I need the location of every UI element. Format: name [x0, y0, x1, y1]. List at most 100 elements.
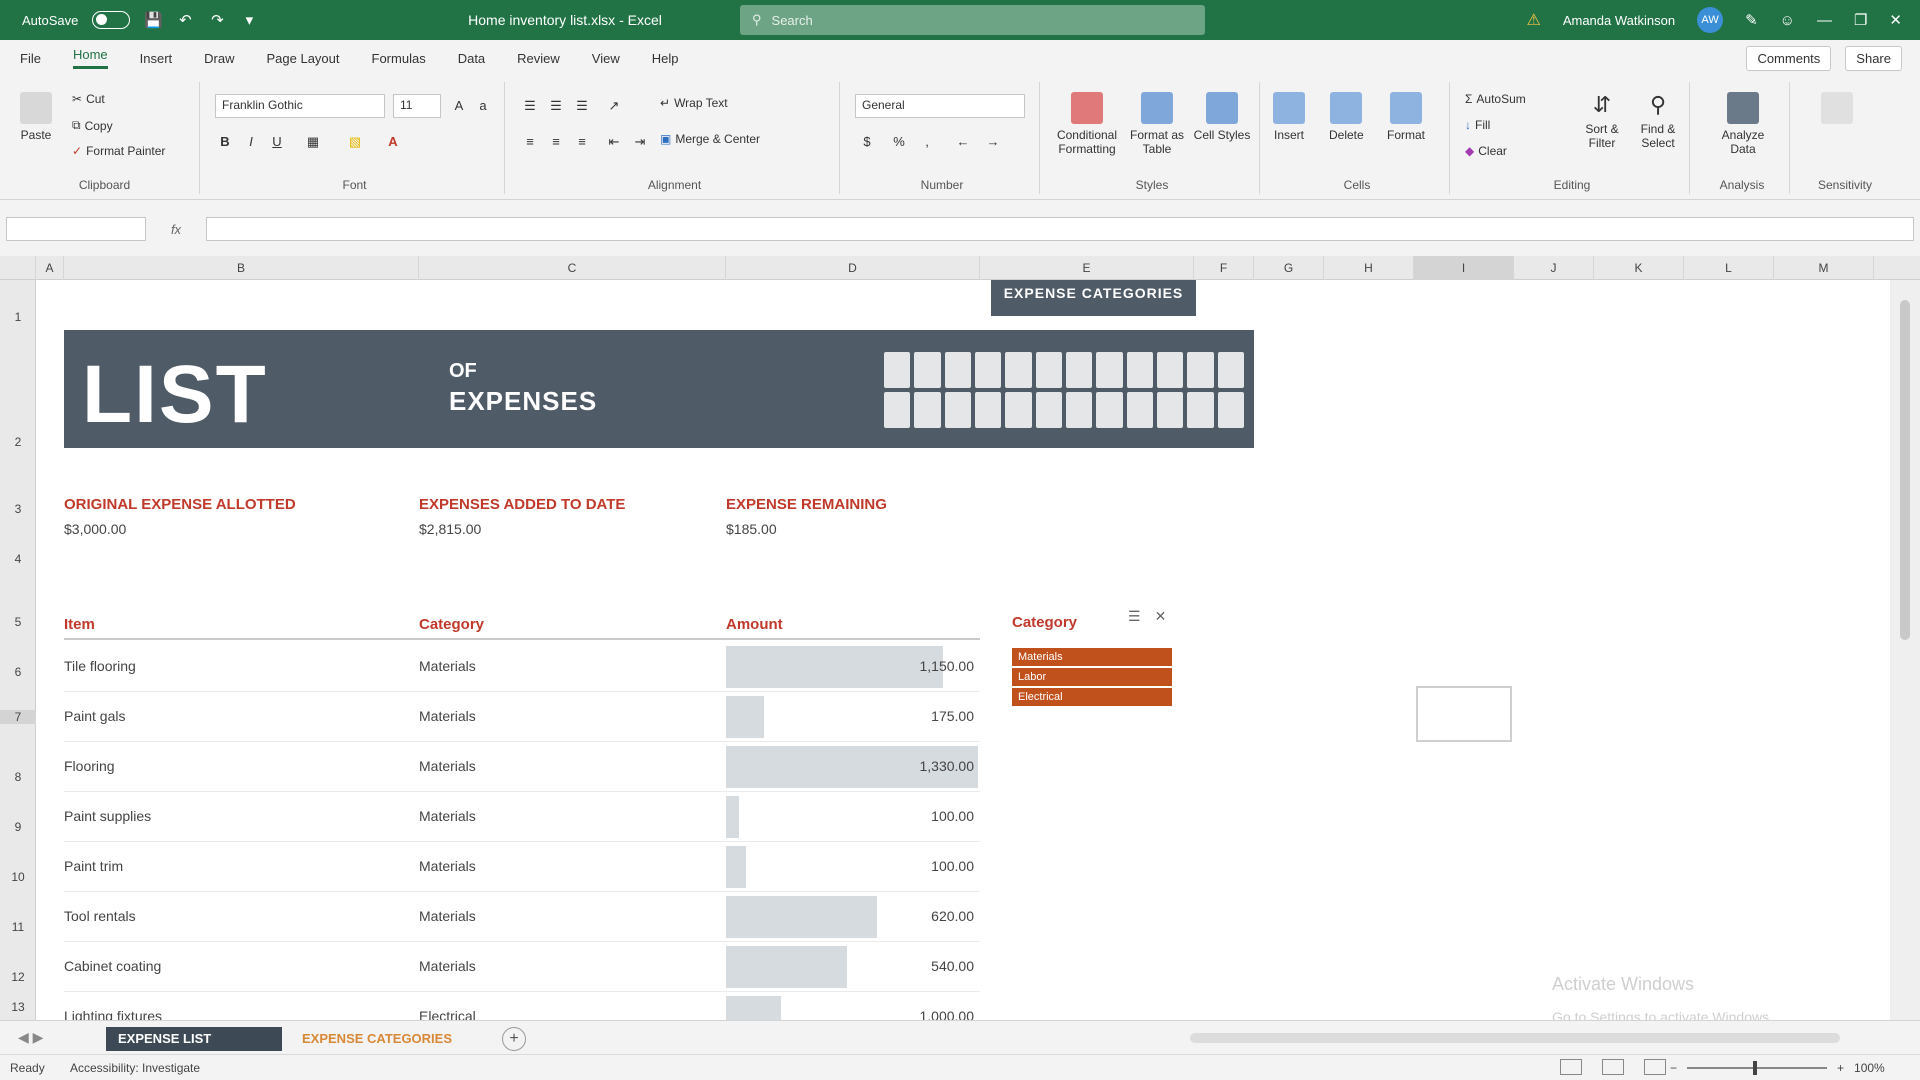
paste-button[interactable]: Paste — [20, 92, 52, 142]
header-category[interactable]: Category — [419, 616, 484, 633]
fill-button[interactable]: ↓ Fill — [1465, 118, 1490, 132]
amount-cell[interactable]: 175.00 — [726, 696, 978, 738]
fx-icon[interactable]: fx — [146, 222, 206, 237]
user-name[interactable]: Amanda Watkinson — [1563, 13, 1675, 28]
font-color-icon[interactable]: A — [383, 132, 403, 152]
close-icon[interactable]: ✕ — [1889, 11, 1902, 29]
item-cell[interactable]: Cabinet coating — [64, 958, 161, 974]
row-header[interactable]: 10 — [0, 870, 36, 884]
name-box[interactable] — [6, 217, 146, 241]
format-as-table-button[interactable]: Format as Table — [1125, 92, 1189, 156]
tab-help[interactable]: Help — [652, 51, 679, 66]
column-header[interactable]: E — [980, 256, 1194, 280]
amount-cell[interactable]: 100.00 — [726, 796, 978, 838]
categories-tag[interactable]: EXPENSE CATEGORIES — [991, 280, 1196, 316]
item-cell[interactable]: Paint gals — [64, 708, 125, 724]
comments-button[interactable]: Comments — [1746, 45, 1832, 71]
borders-icon[interactable]: ▦ — [303, 132, 323, 152]
merge-center-button[interactable]: ▣ Merge & Center — [660, 132, 760, 146]
tab-review[interactable]: Review — [517, 51, 560, 66]
format-cells-button[interactable]: Format — [1387, 92, 1425, 142]
category-cell[interactable]: Electrical — [419, 1008, 476, 1020]
header-item[interactable]: Item — [64, 616, 95, 633]
formula-input[interactable] — [206, 217, 1914, 241]
cut-button[interactable]: ✂ Cut — [72, 92, 105, 106]
row-header[interactable]: 6 — [0, 665, 36, 679]
table-row[interactable]: Tile flooring Materials 1,150.00 — [64, 642, 980, 692]
amount-cell[interactable]: 1,150.00 — [726, 646, 978, 688]
column-header[interactable]: G — [1254, 256, 1324, 280]
pen-icon[interactable]: ✎ — [1745, 11, 1758, 29]
decrease-indent-icon[interactable]: ⇤ — [604, 132, 624, 152]
scroll-thumb[interactable] — [1900, 300, 1910, 640]
category-cell[interactable]: Materials — [419, 908, 476, 924]
font-size-select[interactable]: 11 — [393, 94, 441, 118]
search-box[interactable]: ⚲ Search — [740, 5, 1205, 35]
table-row[interactable]: Tool rentals Materials 620.00 — [64, 892, 980, 942]
table-row[interactable]: Paint trim Materials 100.00 — [64, 842, 980, 892]
sheet-nav-arrows-icon[interactable]: ◀ ▶ — [18, 1029, 43, 1046]
minimize-icon[interactable]: — — [1817, 12, 1832, 29]
find-select-button[interactable]: ⚲ Find & Select — [1631, 92, 1685, 150]
slicer-item[interactable]: Electrical — [1012, 688, 1172, 706]
vertical-scrollbar[interactable] — [1890, 280, 1920, 1020]
column-header[interactable]: M — [1774, 256, 1874, 280]
amount-cell[interactable]: 620.00 — [726, 896, 978, 938]
tab-file[interactable]: File — [20, 51, 41, 66]
table-row[interactable]: Lighting fixtures Electrical 1,000.00 — [64, 992, 980, 1020]
row-header[interactable]: 7 — [0, 710, 36, 724]
column-header[interactable]: H — [1324, 256, 1414, 280]
sheet-tab-expense-list[interactable]: EXPENSE LIST — [106, 1027, 282, 1051]
delete-cells-button[interactable]: Delete — [1329, 92, 1364, 142]
sheet-tab-expense-categories[interactable]: EXPENSE CATEGORIES — [290, 1027, 474, 1051]
item-cell[interactable]: Flooring — [64, 758, 115, 774]
add-sheet-icon[interactable]: + — [502, 1027, 526, 1051]
column-header[interactable]: J — [1514, 256, 1594, 280]
slicer-item[interactable]: Labor — [1012, 668, 1172, 686]
worksheet[interactable]: LIST OF EXPENSES EXPENSE CATEGORIES ORIG… — [36, 280, 1890, 1020]
number-format-select[interactable]: General — [855, 94, 1025, 118]
zoom-out-icon[interactable]: − — [1670, 1061, 1677, 1075]
column-header[interactable]: D — [726, 256, 980, 280]
column-header[interactable]: A — [36, 256, 64, 280]
zoom-level[interactable]: 100% — [1854, 1061, 1885, 1075]
header-amount[interactable]: Amount — [726, 616, 783, 633]
row-header[interactable]: 8 — [0, 770, 36, 784]
category-cell[interactable]: Materials — [419, 758, 476, 774]
table-row[interactable]: Paint gals Materials 175.00 — [64, 692, 980, 742]
zoom-slider[interactable] — [1687, 1061, 1828, 1075]
accessibility-status[interactable]: Accessibility: Investigate — [70, 1061, 200, 1075]
cell-styles-button[interactable]: Cell Styles — [1191, 92, 1253, 142]
table-row[interactable]: Paint supplies Materials 100.00 — [64, 792, 980, 842]
fill-color-icon[interactable]: ▧ — [345, 132, 365, 152]
clear-button[interactable]: ◆ Clear — [1465, 144, 1507, 158]
redo-icon[interactable]: ↷ — [208, 11, 226, 29]
selected-cell[interactable] — [1416, 686, 1512, 742]
tab-draw[interactable]: Draw — [204, 51, 234, 66]
clear-filter-icon[interactable]: ✕ — [1155, 608, 1167, 625]
column-header[interactable]: K — [1594, 256, 1684, 280]
category-cell[interactable]: Materials — [419, 658, 476, 674]
normal-view-icon[interactable] — [1560, 1059, 1582, 1075]
row-header[interactable]: 3 — [0, 502, 36, 516]
emoji-icon[interactable]: ☺ — [1780, 12, 1795, 29]
comma-icon[interactable]: , — [917, 132, 937, 152]
category-cell[interactable]: Materials — [419, 708, 476, 724]
conditional-formatting-button[interactable]: Conditional Formatting — [1051, 92, 1123, 156]
shrink-font-icon[interactable]: a — [473, 96, 493, 116]
zoom-in-icon[interactable]: + — [1837, 1061, 1844, 1075]
insert-cells-button[interactable]: Insert — [1273, 92, 1305, 142]
restore-icon[interactable]: ❐ — [1854, 11, 1867, 29]
row-header[interactable]: 1 — [0, 310, 36, 324]
analyze-data-button[interactable]: Analyze Data — [1711, 92, 1775, 156]
column-header[interactable]: C — [419, 256, 726, 280]
select-all-corner[interactable] — [0, 256, 36, 280]
page-break-view-icon[interactable] — [1644, 1059, 1666, 1075]
amount-cell[interactable]: 1,330.00 — [726, 746, 978, 788]
row-header[interactable]: 13 — [0, 1000, 36, 1014]
row-header[interactable]: 4 — [0, 552, 36, 566]
copy-button[interactable]: ⧉ Copy — [72, 118, 113, 133]
wrap-text-button[interactable]: ↵ Wrap Text — [660, 96, 728, 110]
category-cell[interactable]: Materials — [419, 808, 476, 824]
tab-formulas[interactable]: Formulas — [372, 51, 426, 66]
